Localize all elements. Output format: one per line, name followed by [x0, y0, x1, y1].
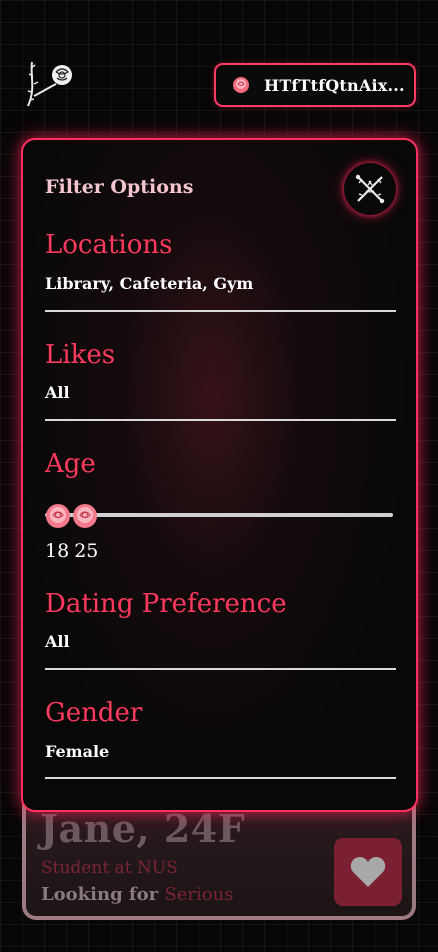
wallet-address: HTfTtfQtnAix... — [264, 75, 405, 95]
dating-preference-select[interactable]: All — [45, 632, 70, 651]
crossed-thorns-close-icon — [355, 174, 385, 204]
profile-name: Jane, 24F — [40, 806, 246, 851]
age-label: Age — [45, 449, 96, 479]
gender-divider — [45, 777, 396, 779]
close-button[interactable] — [344, 163, 396, 215]
filter-options-modal: Filter Options Locations Library, Cafete… — [21, 138, 418, 812]
age-min-value: 18 — [45, 540, 70, 562]
rose-with-thorny-stem-icon — [27, 61, 72, 107]
locations-divider — [45, 310, 396, 312]
profile-looking-for: Looking for Serious — [41, 884, 233, 905]
locations-select[interactable]: Library, Cafeteria, Gym — [45, 274, 253, 293]
dating-preference-label: Dating Preference — [45, 589, 287, 619]
age-min-rose-icon[interactable] — [44, 502, 72, 530]
age-max-value: 25 — [74, 540, 99, 562]
likes-select[interactable]: All — [45, 383, 70, 402]
profile-role: Student at NUS — [41, 858, 178, 878]
looking-for-value: Serious — [164, 884, 234, 905]
app-logo[interactable] — [22, 56, 78, 116]
gender-label: Gender — [45, 698, 143, 728]
filter-title: Filter Options — [45, 176, 194, 198]
heart-icon — [350, 857, 386, 887]
dating-preference-divider — [45, 668, 396, 670]
looking-for-label: Looking for — [41, 884, 159, 905]
gender-select[interactable]: Female — [45, 742, 109, 761]
rose-icon — [233, 77, 249, 93]
likes-label: Likes — [45, 340, 116, 370]
locations-label: Locations — [45, 230, 173, 260]
wallet-button[interactable]: HTfTtfQtnAix... — [214, 63, 416, 107]
age-max-rose-icon[interactable] — [71, 502, 99, 530]
likes-divider — [45, 419, 396, 421]
like-button[interactable] — [334, 838, 402, 906]
age-range-values: 18 25 — [45, 540, 98, 562]
